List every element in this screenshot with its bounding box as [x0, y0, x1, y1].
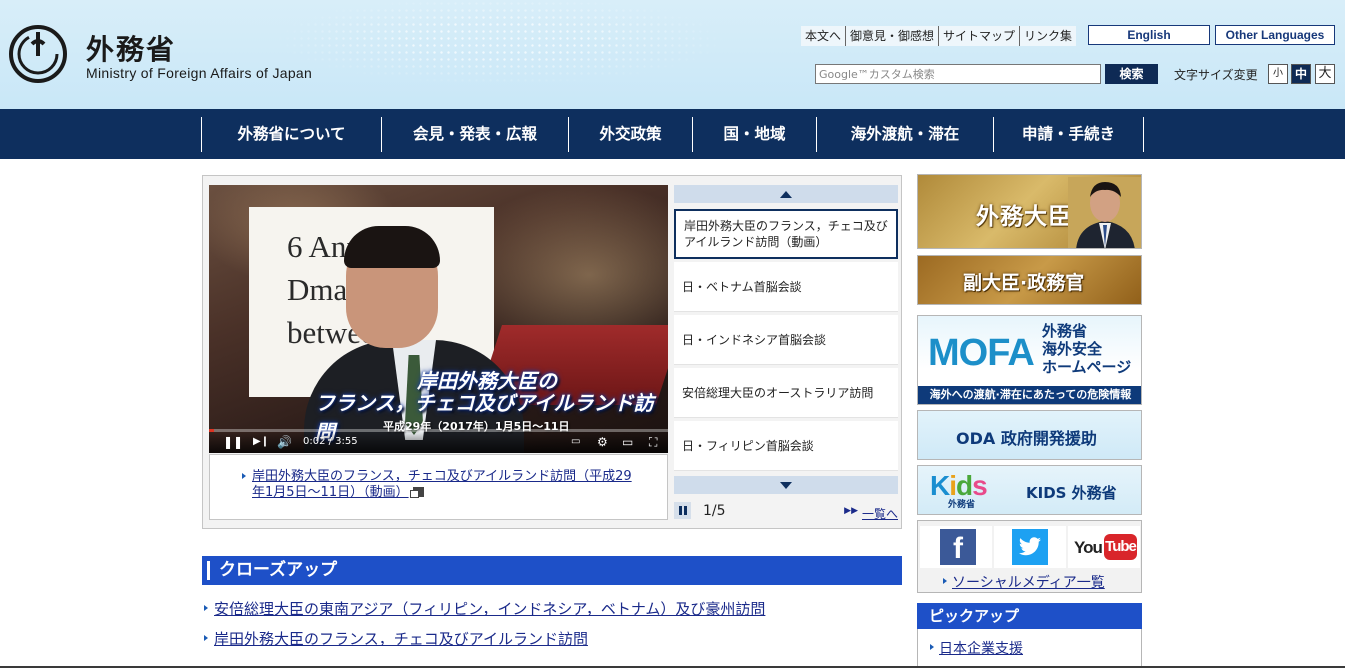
fullscreen-icon[interactable]: ⛶ — [649, 435, 657, 449]
site-title-jp[interactable]: 外務省 — [86, 28, 176, 68]
feedback-link[interactable]: 御意見・御感想 — [846, 26, 940, 46]
double-arrow-icon: ▶▶ — [844, 506, 858, 516]
facebook-button[interactable]: f — [920, 526, 992, 568]
minister-portrait — [1068, 177, 1141, 248]
social-media-list-link[interactable]: ソーシャルメディア一覧 — [943, 572, 1105, 592]
bullet-icon — [930, 644, 934, 650]
overseas-safety-title: 外務省 海外安全 ホームページ — [1042, 322, 1132, 376]
links-link[interactable]: リンク集 — [1020, 26, 1076, 46]
closeup-link[interactable]: 岸田外務大臣のフランス，チェコ及びアイルランド訪問 — [204, 628, 588, 649]
new-window-icon — [409, 487, 424, 498]
skip-to-content-link[interactable]: 本文へ — [801, 26, 847, 46]
next-icon[interactable]: ▶❙ — [253, 435, 269, 449]
global-nav: 外務省について 会見・発表・広報 外交政策 国・地域 海外渡航・滞在 申請・手続… — [0, 109, 1345, 159]
mofa-logo-icon[interactable] — [8, 24, 68, 84]
nav-travel[interactable]: 海外渡航・滞在 — [816, 117, 993, 152]
carousel-item[interactable]: 安倍総理大臣のオーストラリア訪問 — [674, 368, 898, 418]
search-input[interactable]: Google™カスタム検索 — [815, 64, 1101, 84]
theater-mode-icon[interactable]: ▭ — [622, 435, 633, 449]
pickup-heading: ピックアップ — [917, 603, 1142, 629]
search-button[interactable]: 検索 — [1105, 64, 1158, 84]
other-languages-button[interactable]: Other Languages — [1215, 25, 1335, 45]
nav-procedures[interactable]: 申請・手続き — [993, 117, 1144, 152]
carousel-pager: 1/5 — [703, 503, 726, 519]
carousel-down-button[interactable] — [674, 476, 898, 494]
nav-policy[interactable]: 外交政策 — [568, 117, 692, 152]
font-size-large-button[interactable]: 大 — [1315, 64, 1335, 84]
minister-banner-label: 外務大臣 — [976, 204, 1072, 230]
twitter-button[interactable] — [994, 526, 1066, 568]
bullet-icon — [204, 635, 208, 641]
youtube-icon-you: You — [1074, 538, 1103, 557]
twitter-icon — [1012, 529, 1048, 565]
youtube-button[interactable]: You Tube — [1068, 526, 1140, 568]
carousel-up-button[interactable] — [674, 185, 898, 203]
oda-banner[interactable]: ODA 政府開発援助 — [917, 410, 1142, 460]
overseas-safety-banner[interactable]: MOFA 外務省 海外安全 ホームページ 海外への渡航·滞在にあたっての危険情報 — [917, 315, 1142, 405]
bullet-icon — [943, 578, 947, 584]
site-header: 外務省 Ministry of Foreign Affairs of Japan… — [0, 0, 1345, 109]
world-map-dots — [200, 0, 800, 109]
site-title-en[interactable]: Ministry of Foreign Affairs of Japan — [86, 65, 312, 81]
carousel-item[interactable]: 岸田外務大臣のフランス，チェコ及びアイルランド訪問（動画） — [674, 209, 898, 259]
carousel-item[interactable]: 日・インドネシア首脳会談 — [674, 315, 898, 365]
pickup-list: 日本企業支援 — [917, 629, 1142, 668]
font-size-medium-button[interactable]: 中 — [1291, 64, 1311, 84]
carousel-item[interactable]: 日・フィリピン首脳会談 — [674, 421, 898, 471]
arrow-down-icon — [780, 482, 792, 489]
english-button[interactable]: English — [1088, 25, 1210, 45]
arrow-up-icon — [780, 191, 792, 198]
video-link[interactable]: 岸田外務大臣のフランス，チェコ及びアイルランド訪問（平成29年1月5日～11日）… — [252, 469, 632, 501]
mofa-safety-logo: MOFA — [928, 332, 1035, 374]
subtitles-icon[interactable]: ▭ — [571, 435, 580, 449]
bullet-icon — [242, 473, 246, 479]
font-size-small-button[interactable]: 小 — [1268, 64, 1288, 84]
view-all-link[interactable]: 一覧へ — [862, 505, 898, 522]
closeup-link[interactable]: 安倍総理大臣の東南アジア（フィリピン，インドネシア，ベトナム）及び豪州訪問 — [204, 598, 765, 619]
vice-minister-banner[interactable]: 副大臣·政務官 — [917, 255, 1142, 305]
facebook-icon: f — [940, 529, 976, 565]
feature-carousel: 6 Anniver Dmatic R between 岸田外務大臣の フランス，… — [202, 175, 902, 529]
bullet-icon — [204, 605, 208, 611]
social-media-box: f You Tube ソーシャルメディア一覧 — [917, 520, 1142, 593]
font-size-label: 文字サイズ変更 — [1174, 68, 1258, 82]
video-player[interactable]: 6 Anniver Dmatic R between 岸田外務大臣の フランス，… — [209, 185, 668, 453]
overseas-safety-strip: 海外への渡航·滞在にあたっての危険情報 — [918, 386, 1141, 404]
sitemap-link[interactable]: サイトマップ — [939, 26, 1021, 46]
oda-banner-label: ODA 政府開発援助 — [956, 429, 1097, 448]
nav-countries[interactable]: 国・地域 — [692, 117, 816, 152]
pause-icon[interactable]: ❚❚ — [223, 435, 243, 449]
kids-banner-label: KIDS 外務省 — [1026, 484, 1117, 502]
nav-press[interactable]: 会見・発表・広報 — [381, 117, 568, 152]
kids-logo-sub: 外務省 — [948, 500, 976, 510]
video-time: 0:02 / 3:55 — [303, 436, 358, 447]
carousel-pause-button[interactable] — [674, 502, 691, 519]
pickup-link[interactable]: 日本企業支援 — [930, 638, 1023, 658]
carousel-item[interactable]: 日・ベトナム首脳会談 — [674, 262, 898, 312]
closeup-heading: クローズアップ — [202, 556, 902, 585]
minister-banner[interactable]: 外務大臣 — [917, 174, 1142, 249]
nav-about[interactable]: 外務省について — [201, 117, 381, 152]
youtube-icon: Tube — [1104, 534, 1137, 560]
volume-icon[interactable]: 🔊 — [277, 435, 292, 449]
carousel-list: 岸田外務大臣のフランス，チェコ及びアイルランド訪問（動画） 日・ベトナム首脳会談… — [674, 185, 898, 521]
vice-minister-banner-label: 副大臣·政務官 — [963, 272, 1085, 294]
kids-banner[interactable]: Kids 外務省 KIDS 外務省 — [917, 465, 1142, 515]
settings-icon[interactable]: ⚙ — [597, 435, 608, 449]
utility-links: 本文へ 御意見・御感想 サイトマップ リンク集 — [801, 26, 1077, 46]
video-link-box: 岸田外務大臣のフランス，チェコ及びアイルランド訪問（平成29年1月5日～11日）… — [209, 454, 668, 520]
